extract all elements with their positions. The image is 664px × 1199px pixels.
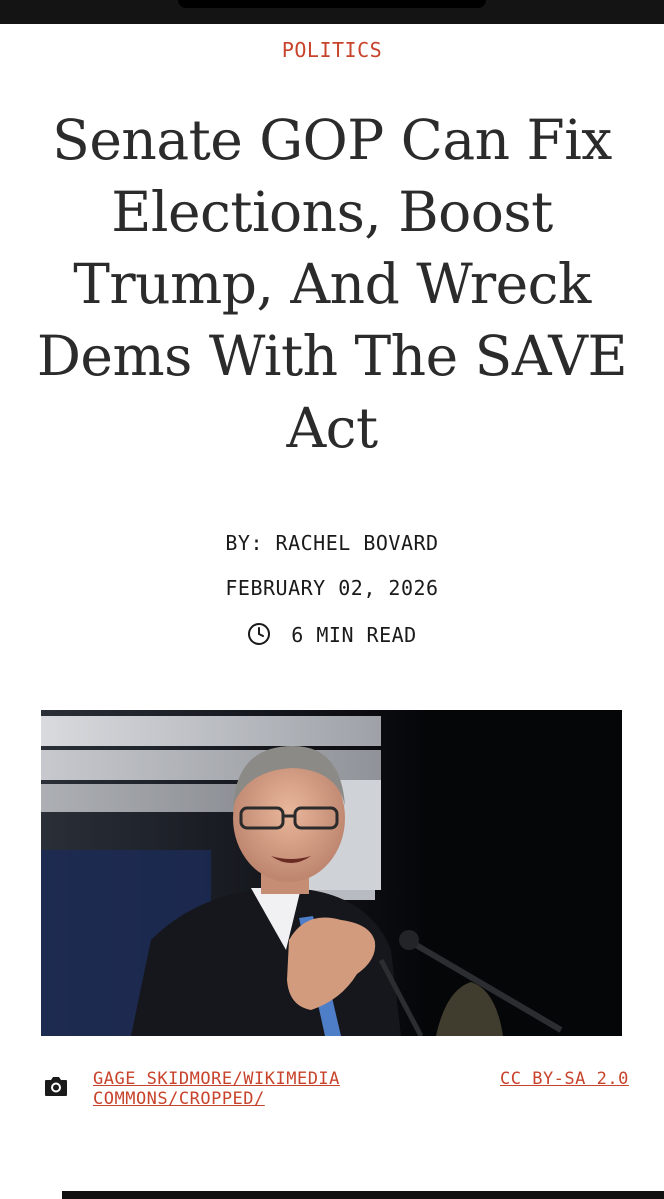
camera-icon bbox=[45, 1077, 67, 1096]
read-time-label: 6 MIN READ bbox=[291, 623, 417, 647]
author-byline-text: BY: RACHEL BOVARD bbox=[225, 531, 439, 555]
photo-license-link[interactable]: CC BY-SA 2.0 bbox=[500, 1069, 630, 1089]
device-notch bbox=[178, 0, 486, 8]
top-status-bar bbox=[0, 0, 664, 24]
next-content-edge bbox=[62, 1191, 664, 1199]
photo-credit-source-link[interactable]: GAGE SKIDMORE/WIKIMEDIA COMMONS/CROPPED/ bbox=[93, 1069, 423, 1109]
publish-date: FEBRUARY 02, 2026 bbox=[225, 576, 439, 600]
author-byline[interactable]: BY: RACHEL BOVARD bbox=[0, 531, 664, 555]
clock-icon bbox=[248, 623, 271, 645]
read-time: 6 MIN READ bbox=[0, 622, 664, 647]
hero-photo[interactable] bbox=[41, 710, 622, 1036]
category-link[interactable]: POLITICS bbox=[0, 38, 664, 62]
hero-photo-illustration bbox=[41, 710, 622, 1036]
article-headline: Senate GOP Can Fix Elections, Boost Trum… bbox=[36, 108, 628, 460]
